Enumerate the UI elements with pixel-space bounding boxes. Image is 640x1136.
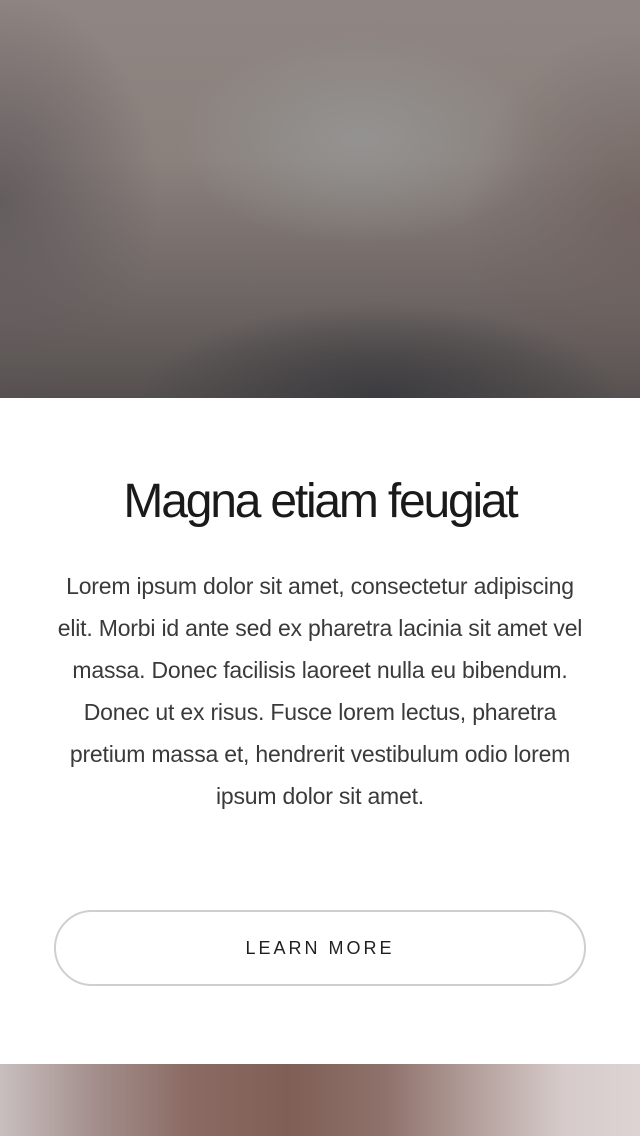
learn-more-button-label: LEARN MORE — [245, 937, 395, 958]
next-section-image — [0, 1064, 640, 1136]
section-body-text: Lorem ipsum dolor sit amet, consectetur … — [57, 573, 583, 809]
section-title: Magna etiam feugiat — [123, 475, 518, 528]
learn-more-button[interactable]: LEARN MORE — [54, 910, 586, 986]
hero-image — [0, 0, 640, 398]
page: Magna etiam feugiat Lorem ipsum dolor si… — [0, 0, 640, 1136]
content-section: Magna etiam feugiat Lorem ipsum dolor si… — [0, 398, 640, 1064]
